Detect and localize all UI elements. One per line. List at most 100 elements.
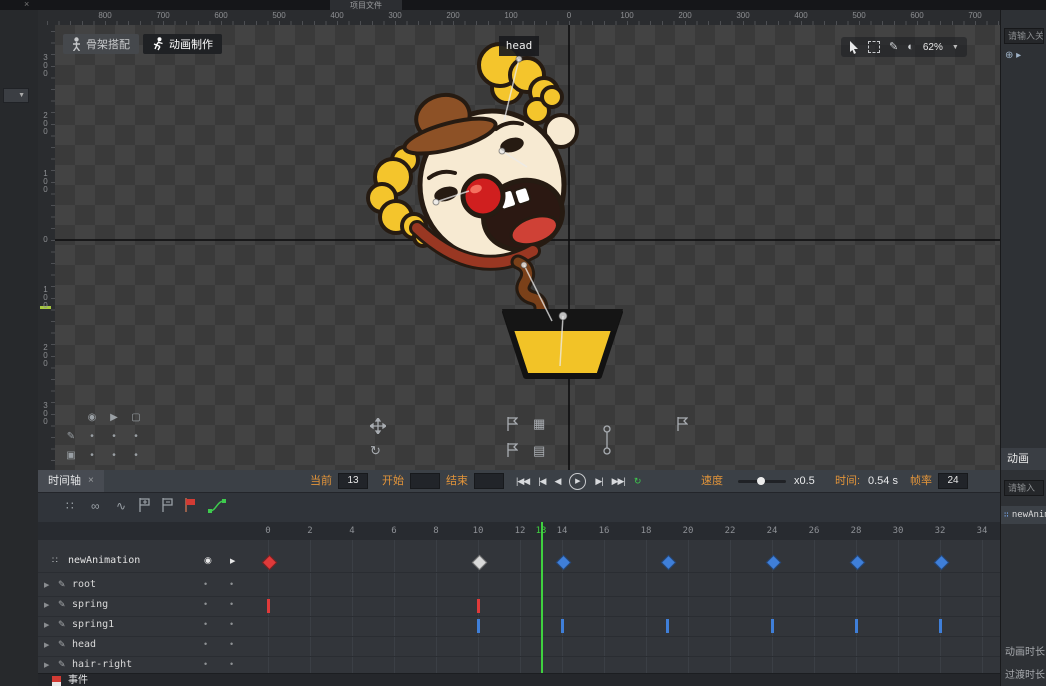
keyframe-diamond[interactable] <box>660 554 677 571</box>
flag-icon[interactable] <box>507 417 518 431</box>
expander-icon[interactable]: ▶ <box>44 601 49 609</box>
dopesheet-icon[interactable]: ∷ <box>66 498 74 514</box>
toggle-icon[interactable]: ▶ <box>106 411 122 425</box>
marquee-select-icon[interactable] <box>868 41 880 53</box>
expander-icon[interactable]: ▶ <box>44 621 49 629</box>
selected-bone-label[interactable]: head <box>499 36 539 56</box>
playhead[interactable] <box>541 522 543 673</box>
keyframe-bar[interactable] <box>477 619 480 633</box>
track-toggle-dot[interactable]: • <box>230 599 233 609</box>
toggle-icon[interactable]: • <box>84 449 100 463</box>
track-toggle-dot[interactable]: • <box>230 659 233 669</box>
track-row-newAnimation[interactable]: ∷ newAnimation ◉ ▶ <box>38 552 1000 573</box>
left-dropdown[interactable]: ▼ <box>3 88 29 103</box>
keyframe-diamond[interactable] <box>765 554 782 571</box>
next-frame-button[interactable]: ▶| <box>595 476 603 487</box>
keyframe-diamond[interactable] <box>471 554 488 571</box>
cursor-icon[interactable] <box>849 40 859 54</box>
sphere-icon[interactable]: ◐ <box>907 41 914 53</box>
link-icon[interactable]: ∞ <box>91 498 100 514</box>
keyframe-bar[interactable] <box>855 619 858 633</box>
keyframe-bar[interactable] <box>771 619 774 633</box>
tab-timeline[interactable]: 时间轴 × <box>38 470 104 492</box>
track-row-root[interactable]: ▶ ✎ root • • <box>38 576 1000 597</box>
jump-start-button[interactable]: |◀◀ <box>516 476 530 487</box>
close-icon[interactable]: × <box>24 0 29 9</box>
loop-button[interactable]: ↻ <box>634 476 641 487</box>
caret-icon[interactable]: ▸ <box>1016 50 1021 61</box>
fps-input[interactable]: 24 <box>938 473 968 489</box>
toggle-icon[interactable]: • <box>128 430 144 444</box>
animation-canvas[interactable]: 骨架搭配 动画制作 head ✎ ◐ 62% ▼ ◉ ▶ ▢ ✎ • • • ▣ • • • <box>55 25 1000 470</box>
toggle-icon[interactable]: ◉ <box>84 411 100 425</box>
toggle-icon[interactable]: ▣ <box>63 449 79 463</box>
track-toggle-dot[interactable]: • <box>204 659 207 669</box>
animation-search-input[interactable]: 请输入 <box>1004 480 1044 496</box>
rotate-tool-icon[interactable]: ↻ <box>370 444 381 457</box>
flag-icon[interactable] <box>507 443 518 457</box>
keyframe-bar[interactable] <box>561 619 564 633</box>
track-toggle-dot[interactable]: • <box>230 639 233 649</box>
keyframe-diamond[interactable] <box>933 554 950 571</box>
record-flag-icon[interactable] <box>185 498 196 512</box>
current-frame-input[interactable]: 13 <box>338 473 368 489</box>
track-area[interactable]: ∷ newAnimation ◉ ▶ ▶ ✎ root • • ▶ ✎ spring • • ▶ ✎ sprin… <box>38 540 1000 673</box>
animation-list-item[interactable]: ∷newAnimation <box>1001 506 1046 524</box>
zoom-dropdown-icon[interactable]: ▼ <box>952 44 959 51</box>
track-visibility-icon[interactable]: ◉ <box>204 555 212 566</box>
expander-icon[interactable]: ▶ <box>44 661 49 669</box>
track-toggle-dot[interactable]: • <box>230 619 233 629</box>
keyframe-bar[interactable] <box>939 619 942 633</box>
keyframe-bar[interactable] <box>477 599 480 613</box>
zoom-level[interactable]: 62% <box>923 42 943 53</box>
keyframe-diamond[interactable] <box>849 554 866 571</box>
character-clown[interactable] <box>55 25 1000 470</box>
add-icon[interactable]: ⊕ <box>1005 50 1013 61</box>
interpolation-curve-icon[interactable] <box>208 498 226 514</box>
track-toggle-dot[interactable]: • <box>204 579 207 589</box>
keyframe-diamond[interactable] <box>555 554 572 571</box>
keyframe-bar[interactable] <box>666 619 669 633</box>
toggle-icon[interactable]: ▢ <box>128 411 144 425</box>
flag-icon[interactable] <box>677 417 688 431</box>
events-row[interactable]: 事件 <box>38 673 1000 686</box>
timeline-tab-close-icon[interactable]: × <box>88 470 94 492</box>
toggle-icon[interactable]: • <box>84 430 100 444</box>
expander-icon[interactable]: ▶ <box>44 641 49 649</box>
toggle-icon[interactable]: ✎ <box>63 430 79 444</box>
track-row-spring[interactable]: ▶ ✎ spring • • <box>38 596 1000 617</box>
tab-animate-mode[interactable]: 动画制作 <box>143 34 222 54</box>
next-key-button[interactable]: ▶▶| <box>612 476 626 487</box>
curve-icon[interactable]: ∿ <box>116 498 126 514</box>
project-tab[interactable]: 项目文件 <box>330 0 402 10</box>
start-frame-input[interactable] <box>410 473 440 489</box>
add-key-flag-icon[interactable] <box>139 498 150 512</box>
search-input[interactable]: 请输入关 <box>1004 28 1044 44</box>
prev-key-button[interactable]: |◀ <box>538 476 546 487</box>
track-toggle-dot[interactable]: • <box>204 619 207 629</box>
toggle-icon[interactable]: • <box>128 449 144 463</box>
prev-frame-button[interactable]: ◀ <box>554 476 561 487</box>
track-row-head[interactable]: ▶ ✎ head • • <box>38 636 1000 657</box>
end-frame-input[interactable] <box>474 473 504 489</box>
track-select-icon[interactable]: ▶ <box>230 557 235 565</box>
image-back-icon[interactable]: ▤ <box>533 444 545 457</box>
toggle-icon[interactable]: • <box>106 449 122 463</box>
toggle-icon[interactable]: • <box>106 430 122 444</box>
image-icon[interactable]: ▦ <box>533 417 545 430</box>
keyframe-bar[interactable] <box>267 599 270 613</box>
ik-chain-icon[interactable] <box>603 425 611 455</box>
frame-ruler[interactable]: 024681012141618202224262830323413 <box>38 522 1000 541</box>
track-toggle-dot[interactable]: • <box>204 599 207 609</box>
pen-icon[interactable]: ✎ <box>889 41 898 53</box>
tab-rig-mode[interactable]: 骨架搭配 <box>63 34 139 54</box>
expander-icon[interactable]: ▶ <box>44 581 49 589</box>
remove-key-flag-icon[interactable] <box>162 498 173 512</box>
track-toggle-dot[interactable]: • <box>204 639 207 649</box>
play-button[interactable]: ▶ <box>569 472 587 490</box>
move-tool-icon[interactable] <box>370 418 386 434</box>
speed-slider-knob[interactable] <box>757 477 765 485</box>
track-row-hair-right[interactable]: ▶ ✎ hair-right • • <box>38 656 1000 673</box>
track-row-spring1[interactable]: ▶ ✎ spring1 • • <box>38 616 1000 637</box>
keyframe-diamond[interactable] <box>261 554 278 571</box>
